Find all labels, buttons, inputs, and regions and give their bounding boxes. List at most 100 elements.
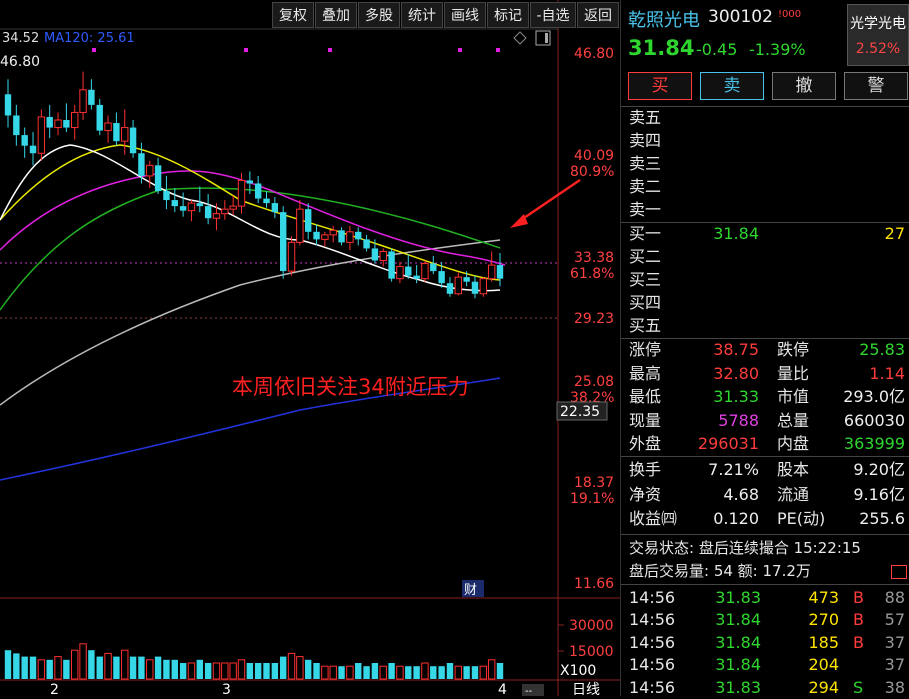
candle-body <box>4 94 12 116</box>
tick-side: B <box>853 610 864 630</box>
candle-body <box>430 263 437 272</box>
toolbar-button-zixuan[interactable]: -自选 <box>530 2 576 28</box>
tick-count: 57 <box>884 610 905 630</box>
stat-value: 5788 <box>718 410 759 430</box>
toolbar-button-diejia[interactable]: 叠加 <box>315 2 357 28</box>
price-tick-2: 40.09 <box>574 148 614 164</box>
volume-bar <box>104 652 112 680</box>
stats-row: 净资 4.68 流通 9.16亿 <box>621 483 909 506</box>
cancel-button[interactable]: 撤 <box>772 72 836 100</box>
candle-body <box>171 200 178 207</box>
candle-body <box>146 164 154 177</box>
candle-body <box>254 183 262 199</box>
volume-bar <box>313 663 320 679</box>
sell-button[interactable]: 卖 <box>700 72 764 100</box>
candle-body <box>29 145 37 154</box>
stock-code: 300102 <box>708 7 773 27</box>
candle-body <box>263 198 270 204</box>
volume-bar <box>396 665 404 680</box>
sector-name: 光学光电 <box>850 16 906 32</box>
period-label[interactable]: 日线 <box>572 682 600 696</box>
candle-body <box>187 202 196 212</box>
volume-bar <box>71 649 79 680</box>
stats-row: 收益㈣ 0.120 PE(动) 255.6 <box>621 507 909 530</box>
volume-bar <box>430 666 437 679</box>
tick-volume: 204 <box>808 655 839 675</box>
candle-body <box>346 231 354 243</box>
volume-bar <box>379 665 387 680</box>
candle-body <box>13 115 20 136</box>
tick-row: 14:56 31.84 185 B 37 <box>621 631 909 654</box>
volume-bar <box>54 656 62 680</box>
candle-body <box>196 203 203 207</box>
stat-value: 1.14 <box>869 363 905 383</box>
candle-body <box>371 248 379 261</box>
stat-value: 363999 <box>843 434 905 454</box>
volume-bar <box>154 656 162 679</box>
candle-body <box>104 122 112 132</box>
tick-price: 31.84 <box>715 610 761 630</box>
volume-bar <box>413 666 420 679</box>
xaxis-extra[interactable]: -- <box>525 686 533 696</box>
toolbar-button-tongji[interactable]: 统计 <box>401 2 443 28</box>
price-change-pct: -1.39% <box>749 40 806 59</box>
price-change: -0.45 <box>696 40 738 59</box>
buy-level-1: 买一 <box>629 224 662 243</box>
stat-label: 现量 <box>629 410 662 430</box>
toolbar-button-fanhui[interactable]: 返回 <box>577 2 619 28</box>
last-price: 31.84 <box>628 36 695 60</box>
volume-bar <box>88 650 95 679</box>
volume-bar <box>471 666 479 679</box>
volume-bar <box>221 662 229 680</box>
volume-bar <box>371 663 379 679</box>
toolbar-button-fuquan[interactable]: 复权 <box>272 2 314 28</box>
stat-label: 净资 <box>629 484 662 504</box>
tick-time: 14:56 <box>629 610 676 630</box>
toolbar-button-biaoji[interactable]: 标记 <box>487 2 529 28</box>
buy-level-3: 买三 <box>629 270 662 289</box>
tick-price: 31.84 <box>715 632 761 652</box>
candle-body <box>163 191 170 201</box>
candle-body <box>463 277 470 282</box>
volume-bar <box>96 656 103 679</box>
tick-row: 14:56 31.84 204 37 <box>621 653 909 676</box>
tick-side: S <box>853 677 864 697</box>
candle-body <box>355 231 362 240</box>
volume-bar <box>13 653 20 679</box>
stats-row: 最高 32.80 量比 1.14 <box>621 362 909 385</box>
event-marker-cai[interactable]: 财 <box>464 583 477 598</box>
volume-bar <box>138 656 145 679</box>
volume-bar <box>388 663 395 679</box>
volume-bar <box>29 656 37 679</box>
sector-box[interactable]: 光学光电 2.52% <box>847 4 909 66</box>
volume-bar <box>21 656 28 679</box>
candle-body <box>221 208 229 215</box>
alert-button[interactable]: 警 <box>844 72 908 100</box>
tick-volume: 270 <box>808 610 839 630</box>
stat-value: 0.120 <box>713 509 759 528</box>
toolbar-button-huaxian[interactable]: 画线 <box>444 2 486 28</box>
volume-bar <box>129 656 137 679</box>
stock-tag: !000 <box>778 9 802 20</box>
stats-row: 最低 31.33 市值 293.0亿 <box>621 385 909 408</box>
buy-button[interactable]: 买 <box>628 72 692 100</box>
stat-label: 外盘 <box>629 434 662 454</box>
tick-volume: 185 <box>808 632 839 652</box>
tick-row: 14:56 31.83 294 S 38 <box>621 676 909 699</box>
buy-level-1-volume: 27 <box>884 224 905 243</box>
stat-value: 32.80 <box>713 363 759 383</box>
kline-chart[interactable]: 34.52 MA120: 25.61 46.80 46.80 40.09 80.… <box>0 0 620 696</box>
after-hours-volume: 盘后交易量: 54 额: 17.2万 <box>629 562 811 580</box>
volume-bar <box>163 659 170 679</box>
stats-row: 涨停 38.75 跌停 25.83 <box>621 338 909 361</box>
stat-value: 4.68 <box>723 484 759 504</box>
pct-tick-4: 19.1% <box>570 491 614 507</box>
volume-bar <box>121 649 129 680</box>
chart-toggle-icon[interactable] <box>891 565 907 579</box>
candle-body <box>71 111 79 129</box>
stat-value: 9.16亿 <box>853 484 905 504</box>
stat-label: 股本 <box>777 460 810 479</box>
toolbar-button-duogu[interactable]: 多股 <box>358 2 400 28</box>
price-tick-3: 33.38 <box>574 250 614 266</box>
pct-tick-1: 80.9% <box>570 164 614 180</box>
